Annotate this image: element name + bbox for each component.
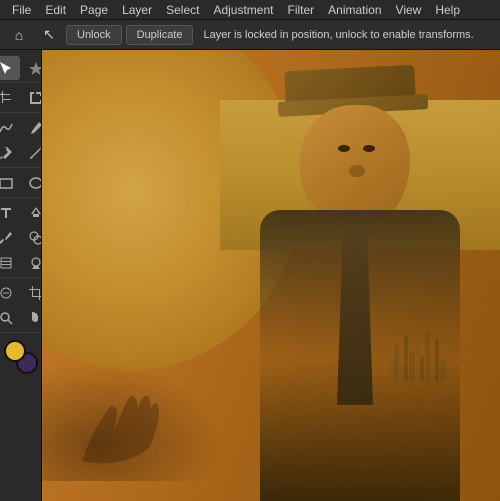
menu-help[interactable]: Help	[429, 2, 466, 18]
menu-edit[interactable]: Edit	[39, 2, 72, 18]
hand-tool[interactable]	[22, 306, 43, 330]
person-nose	[349, 165, 365, 177]
duplicate-button[interactable]: Duplicate	[126, 25, 194, 45]
menu-page[interactable]: Page	[74, 2, 114, 18]
tool-pair-9	[0, 281, 42, 305]
rectangle-tool[interactable]	[0, 171, 20, 195]
tool-pair-10	[0, 306, 42, 330]
tool-pair-5	[0, 171, 42, 195]
canvas-area	[42, 50, 500, 501]
tool-pair-6	[0, 201, 42, 225]
fill-tool[interactable]	[22, 201, 43, 225]
patch-tool[interactable]	[0, 251, 20, 275]
tool-pair-1	[0, 56, 42, 80]
node-tool[interactable]	[22, 56, 43, 80]
tool-pair-3	[0, 116, 42, 140]
photo-background	[42, 50, 500, 501]
menu-filter[interactable]: Filter	[281, 2, 320, 18]
clone-tool[interactable]	[22, 226, 43, 250]
tool-pair-7	[0, 226, 42, 250]
menu-select[interactable]: Select	[160, 2, 205, 18]
toolbar-info-text: Layer is locked in position, unlock to e…	[203, 29, 473, 41]
nav-tools-section	[0, 279, 41, 333]
menu-animation[interactable]: Animation	[322, 2, 387, 18]
menu-adjustment[interactable]: Adjustment	[207, 2, 279, 18]
selection-tools-section	[0, 54, 41, 83]
dodge-tool[interactable]	[22, 251, 43, 275]
pointer-icon: ↖	[43, 26, 55, 43]
retouch-tools-section	[0, 199, 41, 278]
person-eye-left	[338, 145, 350, 152]
foreground-color-swatch[interactable]	[4, 340, 26, 362]
crop-tool[interactable]	[0, 86, 20, 110]
main-layout	[0, 50, 500, 501]
pen-tool[interactable]	[0, 141, 20, 165]
zoom-tool[interactable]	[0, 306, 20, 330]
menu-file[interactable]: File	[6, 2, 37, 18]
crop-tools-section	[0, 84, 41, 113]
home-icon: ⌂	[15, 27, 23, 43]
selection-tool[interactable]	[0, 56, 20, 80]
text-tool[interactable]	[0, 201, 20, 225]
unlock-button[interactable]: Unlock	[66, 25, 122, 45]
color-swatches[interactable]	[4, 340, 38, 374]
crop2-tool[interactable]	[22, 281, 43, 305]
transform-tool[interactable]	[22, 86, 43, 110]
blur-tool[interactable]	[0, 281, 20, 305]
tools-panel	[0, 50, 42, 501]
tool-pair-8	[0, 251, 42, 275]
person-eye-right	[363, 145, 375, 152]
brush-tool[interactable]	[22, 141, 43, 165]
tool-pair-4	[0, 141, 42, 165]
shape-tools-section	[0, 169, 41, 198]
tool-pair-2	[0, 86, 42, 110]
menu-bar: File Edit Page Layer Select Adjustment F…	[0, 0, 500, 20]
menu-view[interactable]: View	[390, 2, 428, 18]
home-button[interactable]: ⌂	[6, 24, 32, 46]
toolbar: ⌂ ↖ Unlock Duplicate Layer is locked in …	[0, 20, 500, 50]
eyedropper-tool[interactable]	[0, 226, 20, 250]
menu-layer[interactable]: Layer	[116, 2, 158, 18]
freehand-tool[interactable]	[0, 116, 20, 140]
canvas-image	[42, 50, 500, 501]
hand-shadow	[62, 381, 192, 471]
pencil-tool[interactable]	[22, 116, 43, 140]
pointer-button[interactable]: ↖	[36, 24, 62, 46]
ellipse-tool[interactable]	[22, 171, 43, 195]
draw-tools-section	[0, 114, 41, 168]
